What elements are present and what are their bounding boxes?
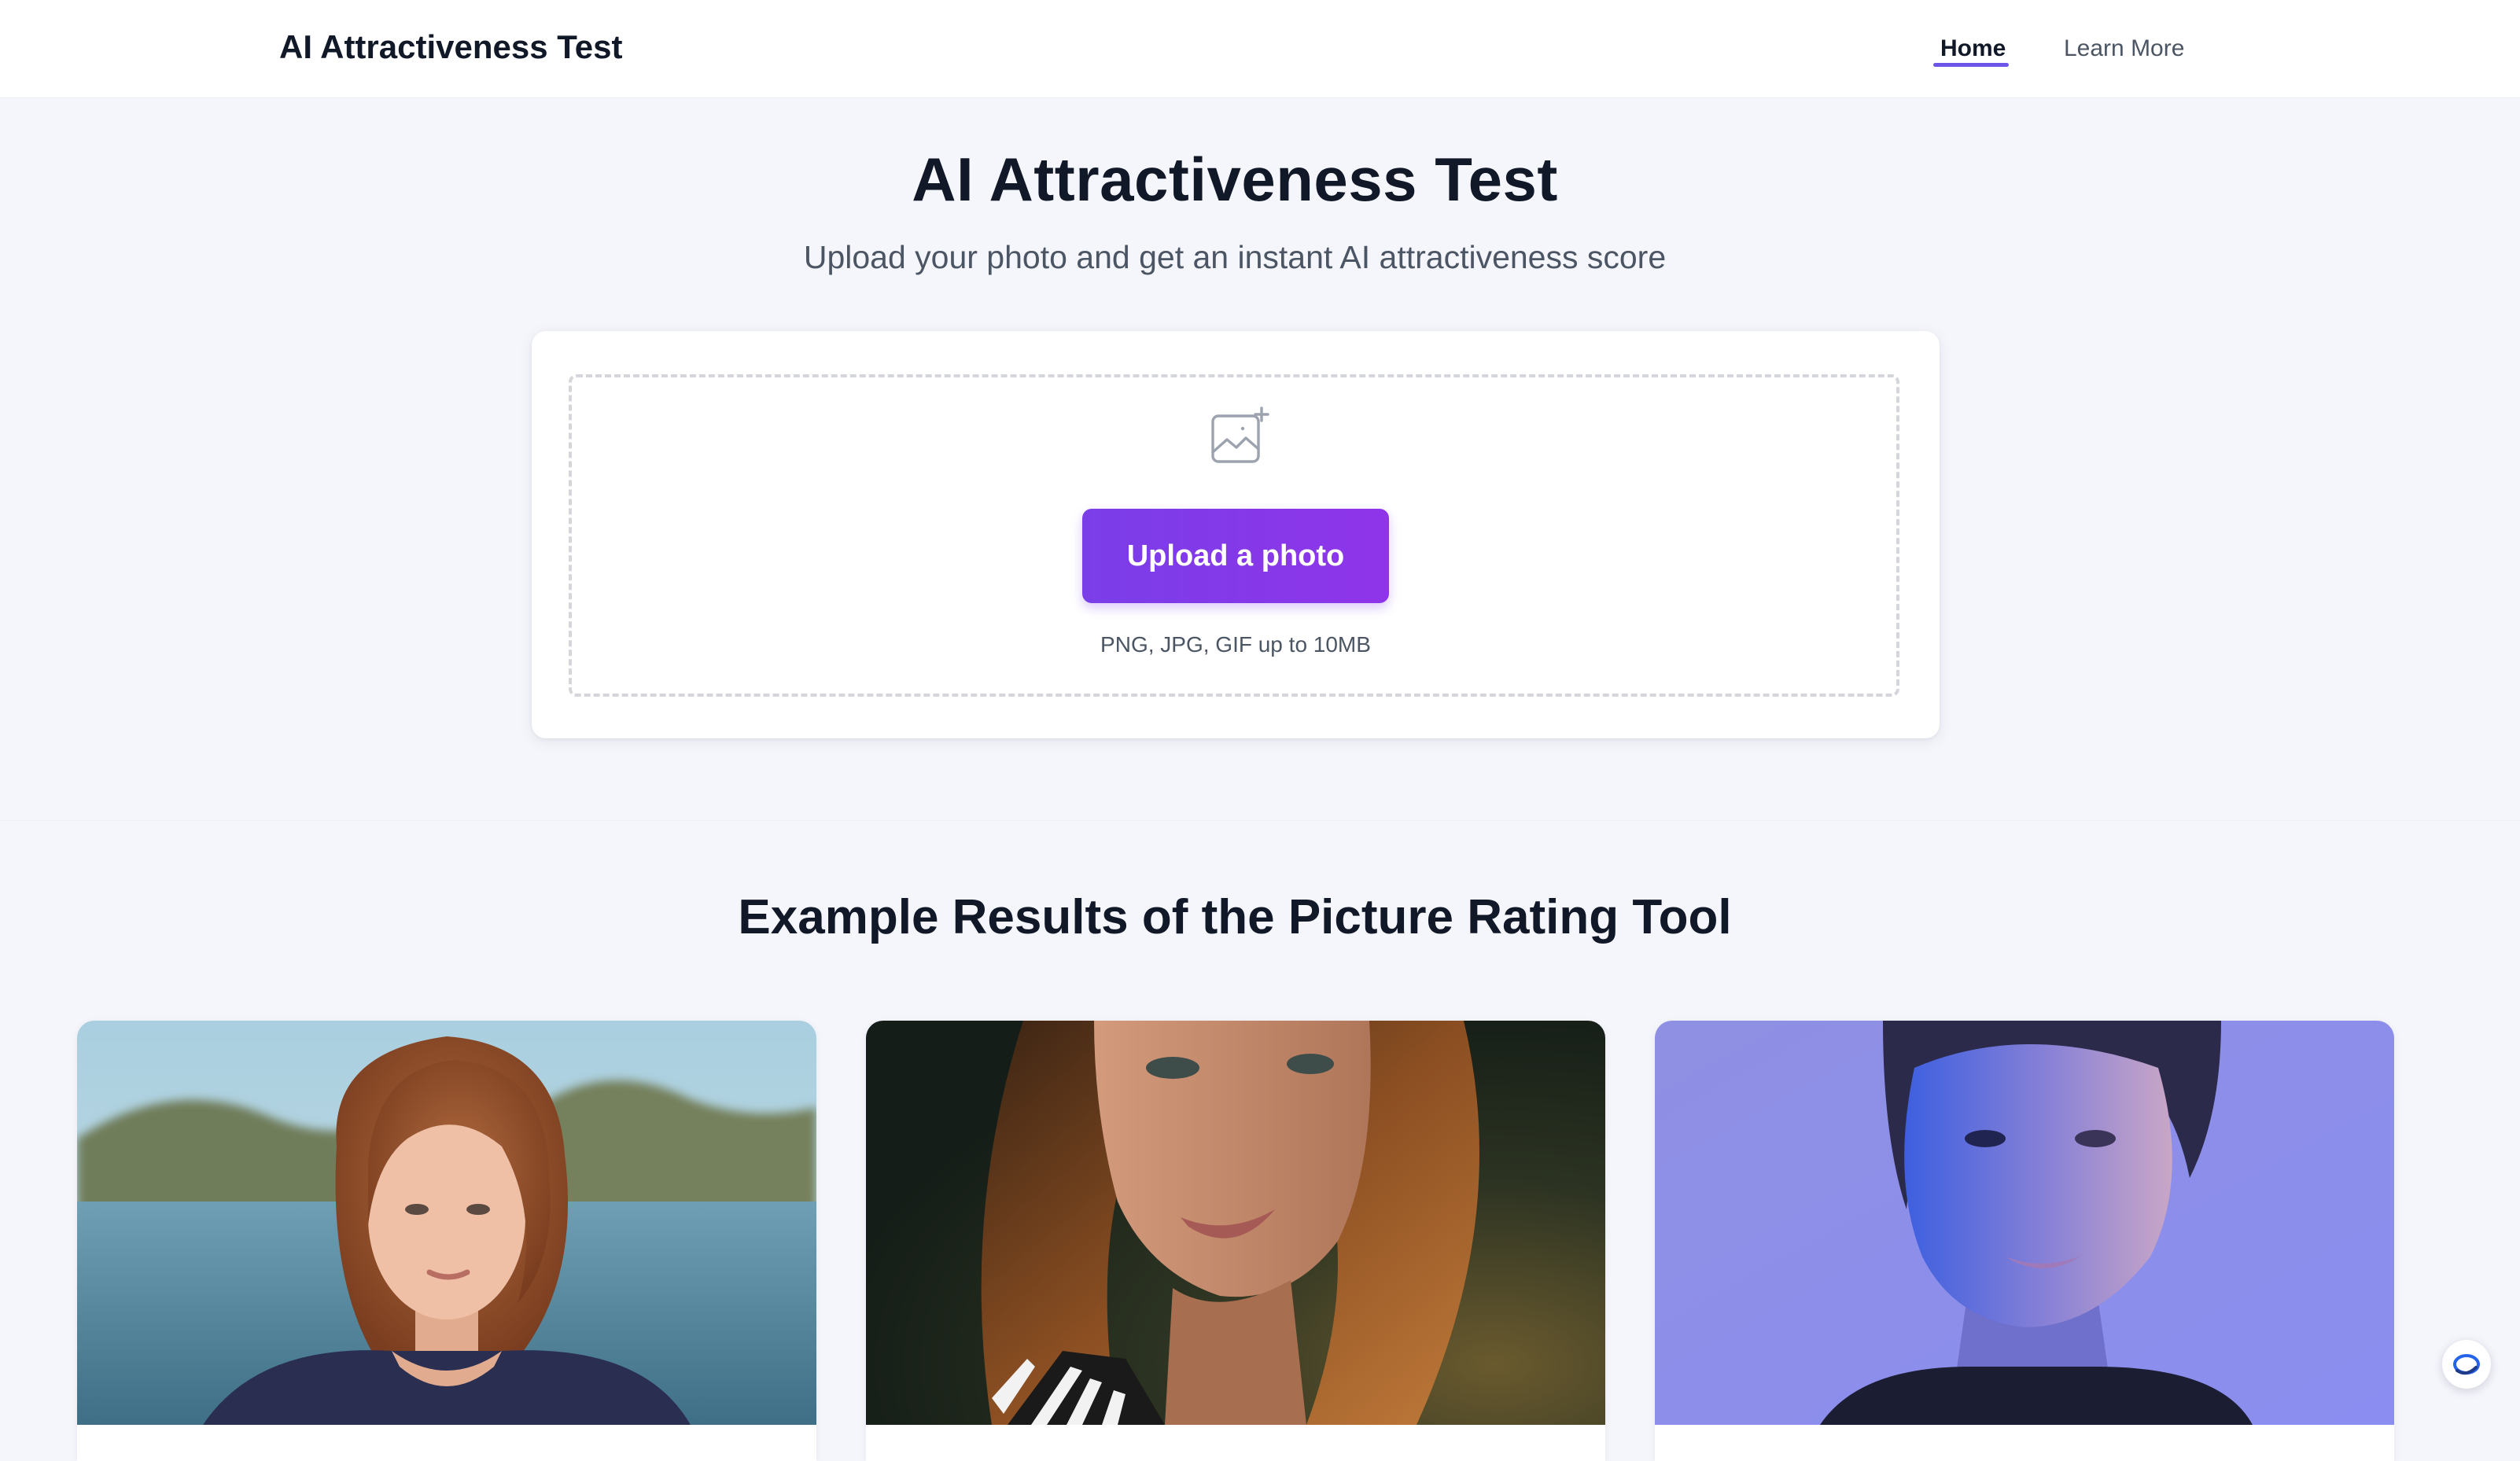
- nav-active-indicator: [1933, 63, 2009, 67]
- woman-red-hair-lake-photo: [77, 1021, 816, 1425]
- image-plus-icon: [1210, 405, 1269, 465]
- example-card[interactable]: [77, 1021, 816, 1461]
- upload-photo-button[interactable]: Upload a photo: [1082, 509, 1389, 603]
- woman-brown-hair-sunset-photo: [866, 1021, 1605, 1425]
- page-subtitle: Upload your photo and get an instant AI …: [803, 239, 1667, 275]
- upload-card: Upload a photo PNG, JPG, GIF up to 10MB: [532, 331, 1940, 738]
- chat-assistant-icon: [2453, 1354, 2480, 1375]
- example-card[interactable]: [866, 1021, 1605, 1461]
- nav-link-home[interactable]: Home: [1940, 33, 2006, 64]
- brand-logo-text[interactable]: AI Attractiveness Test: [279, 27, 623, 68]
- examples-section-title: Example Results of the Picture Rating To…: [738, 890, 1732, 944]
- nav-link-learn-more[interactable]: Learn More: [2064, 33, 2184, 64]
- upload-file-types-hint: PNG, JPG, GIF up to 10MB: [1100, 632, 1371, 657]
- woman-blue-light-portrait-photo: [1655, 1021, 2394, 1425]
- top-navbar: AI Attractiveness Test Home Learn More: [0, 0, 2520, 98]
- section-divider: [0, 820, 2520, 821]
- example-card[interactable]: [1655, 1021, 2394, 1461]
- chat-assistant-button[interactable]: [2442, 1340, 2491, 1389]
- page-title: AI Attractiveness Test: [912, 145, 1558, 214]
